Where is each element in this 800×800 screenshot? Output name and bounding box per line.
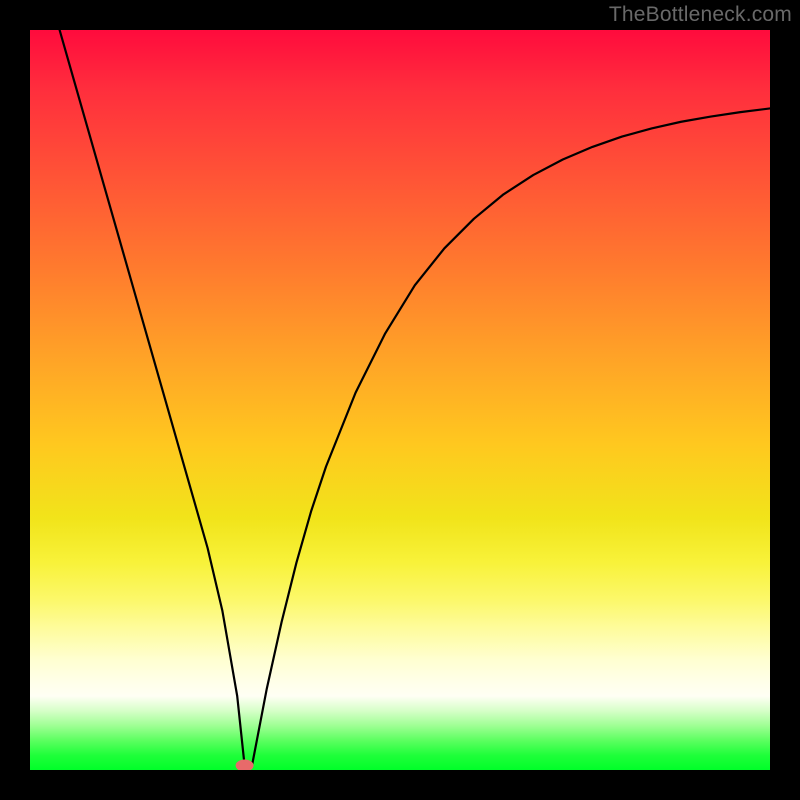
chart-frame: TheBottleneck.com	[0, 0, 800, 800]
plot-area	[30, 30, 770, 770]
watermark-label: TheBottleneck.com	[609, 3, 792, 27]
curve-svg	[30, 30, 770, 770]
min-marker	[236, 760, 254, 770]
bottleneck-curve	[60, 30, 770, 766]
